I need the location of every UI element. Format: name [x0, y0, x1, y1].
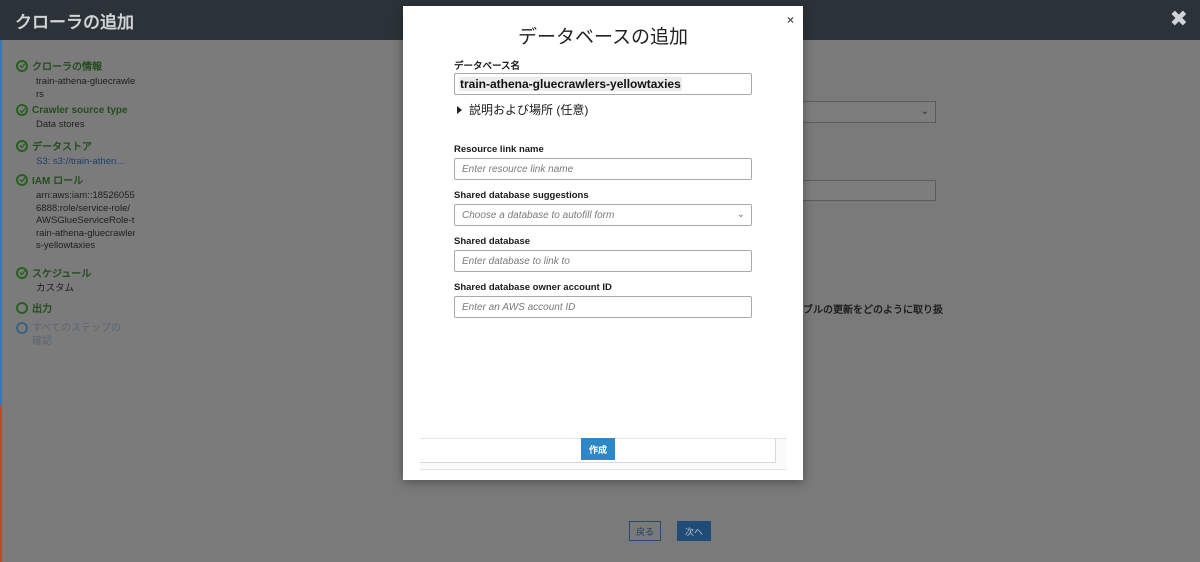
step-review-all: すべてのステップの確認	[16, 322, 128, 348]
check-icon	[16, 266, 28, 279]
owner-account-placeholder: Enter an AWS account ID	[462, 301, 576, 313]
owner-account-label: Shared database owner account ID	[454, 282, 612, 293]
check-icon	[16, 104, 28, 116]
resource-link-input[interactable]: Enter resource link name	[454, 158, 752, 180]
step-detail: train-athena-gluecrawlers	[36, 76, 136, 100]
step-output[interactable]: 出力	[16, 300, 52, 315]
back-button[interactable]: 戻る	[629, 521, 661, 541]
chevron-down-icon: ⌄	[736, 209, 745, 220]
next-button[interactable]: 次へ	[677, 521, 711, 541]
circle-icon	[16, 322, 28, 334]
step-label: データストア	[32, 142, 92, 153]
step-crawler-info[interactable]: クローラの情報 train-athena-gluecrawlers	[16, 58, 136, 101]
wizard-steps-sidebar: クローラの情報 train-athena-gluecrawlers Crawle…	[2, 40, 136, 562]
step-schedule[interactable]: スケジュール カスタム	[16, 265, 136, 296]
add-database-dialog: データベースの追加 × データベース名 train-athena-gluecra…	[403, 6, 803, 480]
step-data-store[interactable]: データストア S3: s3://train-athen…	[16, 138, 128, 169]
dialog-title: データベースの追加	[517, 27, 689, 48]
expander-label: 説明および場所 (任意)	[469, 103, 589, 117]
page-title: クローラの追加	[15, 13, 134, 32]
check-icon	[16, 139, 28, 152]
background-input	[800, 180, 936, 201]
resource-link-placeholder: Enter resource link name	[462, 163, 574, 175]
caret-right-icon	[457, 105, 462, 114]
owner-account-input[interactable]: Enter an AWS account ID	[454, 296, 752, 318]
shared-db-suggestions-select[interactable]: Choose a database to autofill form ⌄	[454, 204, 752, 226]
create-button[interactable]: 作成	[581, 438, 615, 460]
database-name-input[interactable]: train-athena-gluecrawlers-yellowtaxies	[454, 73, 752, 95]
step-label: 出力	[32, 304, 52, 315]
check-icon	[16, 173, 28, 186]
step-detail: カスタム	[36, 283, 75, 294]
step-detail: arn:aws:iam::185260556888:role/service-r…	[36, 190, 136, 251]
step-detail-link[interactable]: S3: s3://train-athen…	[36, 156, 128, 169]
shared-database-label: Shared database	[454, 236, 531, 247]
close-icon[interactable]: ×	[787, 13, 794, 27]
database-name-label: データベース名	[454, 61, 521, 72]
step-detail: Data stores	[36, 119, 85, 130]
background-dropdown: ⌄	[800, 101, 936, 123]
circle-icon	[16, 301, 28, 314]
database-name-value: train-athena-gluecrawlers-yellowtaxies	[459, 77, 682, 91]
step-label: IAM ロール	[32, 176, 84, 187]
step-label: Crawler source type	[32, 104, 128, 116]
step-label: スケジュール	[32, 269, 92, 280]
step-label: クローラの情報	[32, 62, 102, 73]
step-label: すべてのステップの確認	[32, 323, 121, 347]
shared-database-input[interactable]: Enter database to link to	[454, 250, 752, 272]
check-icon	[16, 59, 28, 72]
description-location-expander[interactable]: 説明および場所 (任意)	[457, 101, 588, 118]
close-icon[interactable]: ✖	[1170, 6, 1188, 32]
step-iam-role[interactable]: IAM ロール arn:aws:iam::185260556888:role/s…	[16, 172, 136, 253]
chevron-down-icon: ⌄	[920, 106, 929, 117]
background-partial-text: ブルの更新をどのように取り扱	[803, 305, 943, 316]
resource-link-label: Resource link name	[454, 144, 544, 155]
shared-db-suggestions-label: Shared database suggestions	[454, 190, 589, 201]
shared-database-placeholder: Enter database to link to	[462, 255, 570, 267]
suggestions-placeholder: Choose a database to autofill form	[462, 209, 615, 221]
step-crawler-source-type[interactable]: Crawler source type Data stores	[16, 104, 136, 132]
